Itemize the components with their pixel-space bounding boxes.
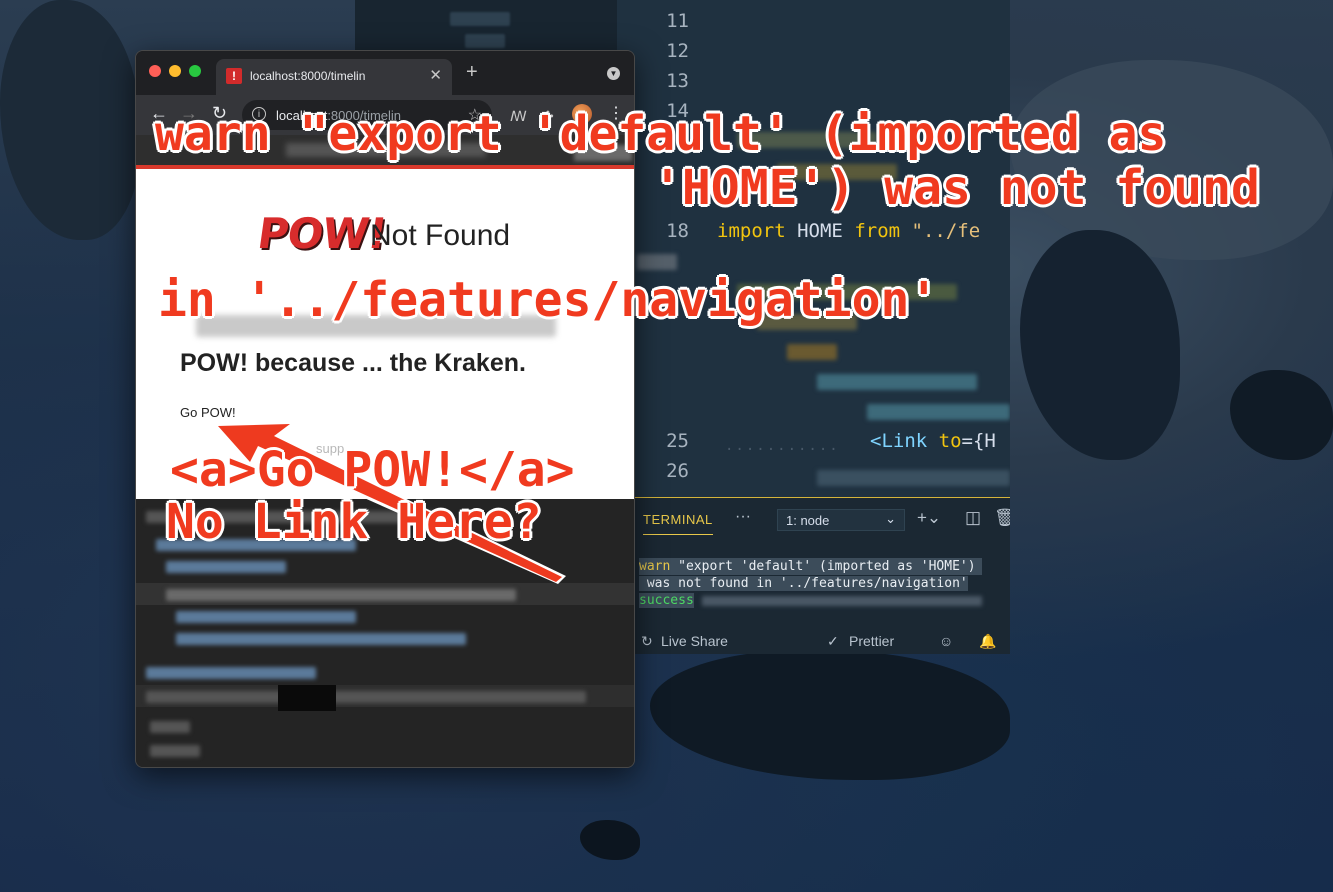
annotation-anchor-tag: <a>Go POW!</a> — [170, 442, 575, 498]
annotation-warn-line-3: in '../features/navigation' — [158, 272, 939, 328]
annotation-warn-line-2: 'HOME') was not found — [653, 160, 1260, 216]
annotation-warn-line-1: warn "export 'default' (imported as — [155, 106, 1167, 162]
annotation-question: No Link Here? — [166, 494, 542, 550]
